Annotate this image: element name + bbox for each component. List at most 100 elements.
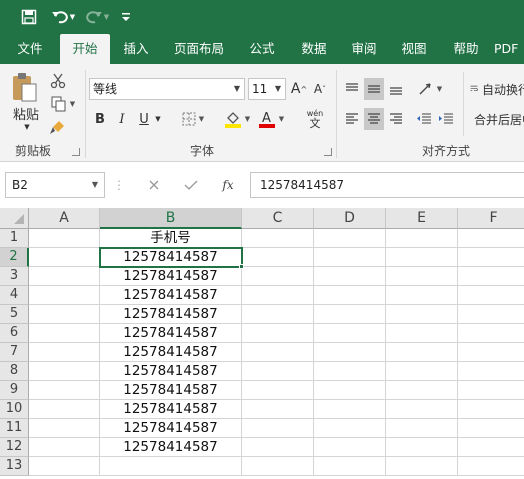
select-all-corner[interactable] — [0, 208, 29, 229]
phone-cell[interactable]: 12578414587 — [100, 305, 242, 324]
cell[interactable] — [386, 267, 458, 286]
cell[interactable] — [314, 457, 386, 476]
formula-bar-grip-icon[interactable]: ⋮ — [113, 175, 125, 195]
row-header[interactable]: 10 — [0, 400, 29, 419]
cell[interactable] — [458, 248, 524, 267]
cell[interactable] — [458, 400, 524, 419]
cell[interactable] — [242, 362, 314, 381]
row-header[interactable]: 11 — [0, 419, 29, 438]
cell[interactable] — [458, 362, 524, 381]
tab-view[interactable]: 视图 — [390, 34, 438, 64]
align-middle-icon[interactable] — [364, 78, 384, 100]
tab-file[interactable]: 文件 — [4, 34, 56, 64]
cut-icon[interactable] — [48, 72, 68, 90]
paste-icon[interactable] — [9, 70, 39, 104]
column-header-c[interactable]: C — [242, 208, 314, 229]
fill-handle[interactable] — [239, 264, 244, 269]
chevron-down-icon[interactable]: ▼ — [92, 173, 98, 197]
cell[interactable] — [386, 381, 458, 400]
cell[interactable] — [242, 438, 314, 457]
cell[interactable] — [386, 438, 458, 457]
cell[interactable] — [458, 267, 524, 286]
tab-home[interactable]: 开始 — [60, 34, 110, 64]
cell[interactable] — [314, 419, 386, 438]
row-header[interactable]: 9 — [0, 381, 29, 400]
cell[interactable] — [29, 362, 100, 381]
font-color-icon[interactable]: A ▼ — [254, 108, 288, 130]
cell[interactable] — [314, 324, 386, 343]
cell[interactable] — [458, 229, 524, 248]
clipboard-launcher-icon[interactable] — [72, 148, 80, 156]
cell[interactable] — [242, 324, 314, 343]
cell[interactable] — [242, 248, 314, 267]
row-header[interactable]: 1 — [0, 229, 29, 248]
format-painter-icon[interactable] — [48, 118, 68, 136]
cell[interactable] — [29, 438, 100, 457]
customize-qat-icon[interactable] — [119, 6, 133, 28]
fill-color-icon[interactable]: ▼ — [220, 108, 254, 130]
font-name-select[interactable]: 等线 ▼ — [89, 78, 245, 100]
header-cell[interactable]: 手机号 — [100, 229, 242, 248]
cell[interactable] — [314, 343, 386, 362]
column-header-e[interactable]: E — [386, 208, 458, 229]
cell[interactable] — [386, 248, 458, 267]
wrap-text-button[interactable]: 自动换行 — [470, 78, 524, 100]
redo-icon[interactable]: ▼ — [84, 6, 110, 28]
font-launcher-icon[interactable] — [324, 148, 332, 156]
cell[interactable] — [314, 248, 386, 267]
cell[interactable] — [29, 248, 100, 267]
row-header[interactable]: 8 — [0, 362, 29, 381]
cell[interactable] — [29, 457, 100, 476]
cell[interactable] — [242, 286, 314, 305]
phonetic-guide-icon[interactable]: wén 文 — [298, 106, 332, 132]
cell[interactable] — [386, 419, 458, 438]
cell[interactable] — [458, 305, 524, 324]
insert-function-icon[interactable]: fx — [216, 175, 240, 195]
tab-pdf[interactable]: PDF — [494, 34, 524, 64]
cell[interactable] — [242, 267, 314, 286]
cell[interactable] — [314, 229, 386, 248]
undo-dropdown-icon[interactable]: ▼ — [70, 13, 75, 21]
cell[interactable] — [29, 324, 100, 343]
cell[interactable] — [386, 362, 458, 381]
cell[interactable] — [242, 343, 314, 362]
phone-cell[interactable]: 12578414587 — [100, 324, 242, 343]
row-header[interactable]: 13 — [0, 457, 29, 476]
underline-dropdown-icon[interactable]: ▼ — [153, 108, 163, 130]
phone-cell[interactable]: 12578414587 — [100, 400, 242, 419]
column-header-b[interactable]: B — [100, 208, 242, 229]
phone-cell[interactable]: 12578414587 — [100, 362, 242, 381]
formula-input[interactable]: 12578414587 — [250, 172, 524, 198]
column-header-a[interactable]: A — [29, 208, 100, 229]
cell[interactable] — [29, 286, 100, 305]
tab-formulas[interactable]: 公式 — [238, 34, 286, 64]
cell[interactable] — [458, 457, 524, 476]
increase-indent-icon[interactable] — [436, 108, 456, 130]
save-icon[interactable] — [18, 6, 40, 28]
cell[interactable] — [242, 229, 314, 248]
tab-help[interactable]: 帮助 — [442, 34, 490, 64]
phone-cell[interactable]: 12578414587 — [100, 286, 242, 305]
cell[interactable] — [314, 286, 386, 305]
tab-review[interactable]: 审阅 — [340, 34, 388, 64]
phone-cell[interactable]: 12578414587 — [100, 438, 242, 457]
cell[interactable] — [386, 400, 458, 419]
cell[interactable] — [458, 419, 524, 438]
cell[interactable] — [314, 305, 386, 324]
paste-dropdown-icon[interactable]: ▼ — [20, 122, 34, 132]
cell[interactable] — [29, 400, 100, 419]
cell[interactable] — [458, 438, 524, 457]
cell[interactable] — [386, 229, 458, 248]
column-header-d[interactable]: D — [314, 208, 386, 229]
increase-font-size-icon[interactable]: A ^ — [290, 78, 308, 100]
merge-center-button[interactable]: 合并后居中 — [470, 108, 524, 130]
cell[interactable] — [458, 286, 524, 305]
cell[interactable] — [314, 381, 386, 400]
cell[interactable] — [242, 381, 314, 400]
enter-icon[interactable] — [180, 175, 202, 195]
column-header-f[interactable]: F — [458, 208, 524, 229]
cell[interactable] — [386, 324, 458, 343]
row-header[interactable]: 3 — [0, 267, 29, 286]
cell[interactable] — [100, 457, 242, 476]
cell[interactable] — [314, 438, 386, 457]
